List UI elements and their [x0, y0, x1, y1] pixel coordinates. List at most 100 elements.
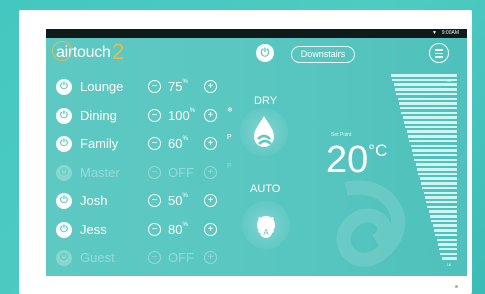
zone-flag: P: [227, 134, 232, 141]
zone-decrease-button[interactable]: −: [148, 251, 161, 264]
zone-power-button[interactable]: ⏻: [56, 193, 72, 209]
zone-name: Guest: [80, 250, 115, 265]
slider-step: [411, 149, 457, 152]
slider-step: [417, 168, 457, 171]
zone-increase-button[interactable]: +: [204, 108, 217, 122]
zone-value: 100%: [168, 107, 196, 123]
slider-step: [418, 172, 457, 176]
zone-name: Family: [80, 136, 119, 151]
slider-step: [426, 200, 457, 204]
slider-step: [407, 135, 457, 138]
setpoint-display: 20°C: [326, 139, 387, 181]
zone-group-button[interactable]: Downstairs: [291, 46, 355, 63]
setpoint-label: Set Point: [331, 132, 352, 138]
slider-step: [391, 74, 457, 77]
slider-step: [422, 186, 457, 190]
zone-value: 75%: [168, 79, 188, 94]
slider-step: [405, 125, 457, 129]
temperature-slider[interactable]: 30 16: [385, 70, 457, 267]
slider-step: [401, 111, 457, 115]
mode-label: DRY: [254, 95, 278, 107]
slider-step: [435, 233, 457, 237]
zone-decrease-button[interactable]: −: [148, 222, 161, 236]
dry-mode-icon: [254, 116, 274, 147]
slider-step: [392, 78, 457, 82]
zone-value: 60%: [168, 136, 188, 151]
fan-auto-icon: A: [257, 216, 275, 238]
menu-line: [435, 56, 443, 58]
slider-step: [393, 83, 457, 86]
zone-value: OFF: [168, 164, 194, 180]
slider-step: [433, 229, 457, 232]
zone-decrease-button[interactable]: −: [148, 194, 161, 207]
zone-increase-button[interactable]: +: [204, 251, 217, 264]
slider-step: [430, 215, 457, 218]
menu-line: [435, 52, 443, 54]
slider-step: [441, 257, 457, 260]
slider-step: [415, 163, 457, 166]
zone-name: Lounge: [80, 79, 124, 94]
zone-power-button[interactable]: ⏻: [56, 164, 72, 181]
zone-increase-button[interactable]: +: [204, 165, 217, 179]
slider-step: [428, 210, 457, 213]
slider-step: [397, 97, 457, 100]
slider-step: [432, 224, 457, 227]
slider-step: [424, 196, 457, 199]
slider-step: [404, 121, 457, 124]
system-power-button[interactable]: ⏻: [256, 44, 274, 62]
setpoint-value: 20: [326, 139, 369, 181]
zone-name: Jess: [80, 221, 107, 237]
zone-value: OFF: [168, 250, 194, 265]
zone-increase-button[interactable]: +: [204, 137, 217, 150]
status-time: 9:00AM: [441, 30, 459, 36]
zone-increase-button[interactable]: +: [204, 222, 217, 236]
zone-power-button[interactable]: ⏻: [56, 250, 72, 266]
mode-button[interactable]: [240, 108, 288, 156]
zone-power-button[interactable]: ⏻: [56, 221, 72, 238]
zone-decrease-button[interactable]: −: [148, 165, 161, 179]
slider-step: [436, 238, 457, 241]
fan-speed-button[interactable]: A: [242, 201, 290, 249]
zone-power-button[interactable]: ⏻: [56, 107, 72, 124]
zone-increase-button[interactable]: +: [204, 80, 217, 93]
slider-step: [413, 153, 457, 157]
fan-label: AUTO: [250, 183, 281, 195]
slider-step: [402, 116, 457, 119]
logo-ring: [52, 41, 72, 61]
zone-flag: ❄: [227, 106, 233, 114]
zone-value: 50%: [168, 193, 188, 208]
status-bar: ▼ 9:00AM: [46, 29, 467, 38]
app-screen: ▼ 9:00AM airtouch 2 ⏻ Downstairs ⏻ Lounge…: [46, 29, 467, 276]
zone-name: Josh: [80, 193, 108, 208]
slider-min-label: 16: [446, 262, 451, 267]
slider-step: [396, 92, 457, 96]
zone-name: Master: [80, 164, 120, 180]
slider-step: [394, 88, 457, 91]
app-logo: airtouch 2: [52, 39, 124, 64]
menu-button[interactable]: [429, 43, 449, 63]
zone-power-button[interactable]: ⏻: [56, 136, 72, 152]
slider-step: [431, 219, 457, 223]
slider-step: [400, 106, 457, 110]
slider-step: [437, 243, 457, 246]
led-indicator: [455, 285, 458, 288]
zone-decrease-button[interactable]: −: [148, 137, 161, 150]
wifi-icon: ▼: [432, 30, 437, 36]
zone-increase-button[interactable]: +: [204, 194, 217, 207]
zone-flag: P: [227, 162, 232, 170]
slider-step: [409, 139, 457, 143]
slider-step: [410, 144, 457, 147]
slider-step: [406, 130, 457, 133]
zone-name: Dining: [80, 107, 117, 123]
slider-step: [439, 247, 457, 251]
slider-step: [423, 191, 457, 194]
fan-auto-badge: A: [263, 228, 269, 237]
zone-power-button[interactable]: ⏻: [56, 79, 72, 95]
menu-line: [435, 49, 443, 51]
zone-decrease-button[interactable]: −: [148, 80, 161, 93]
slider-step: [420, 182, 457, 185]
slider-step: [419, 177, 457, 180]
zone-value: 80%: [168, 221, 188, 237]
zone-decrease-button[interactable]: −: [148, 108, 161, 122]
slider-step: [427, 205, 457, 209]
